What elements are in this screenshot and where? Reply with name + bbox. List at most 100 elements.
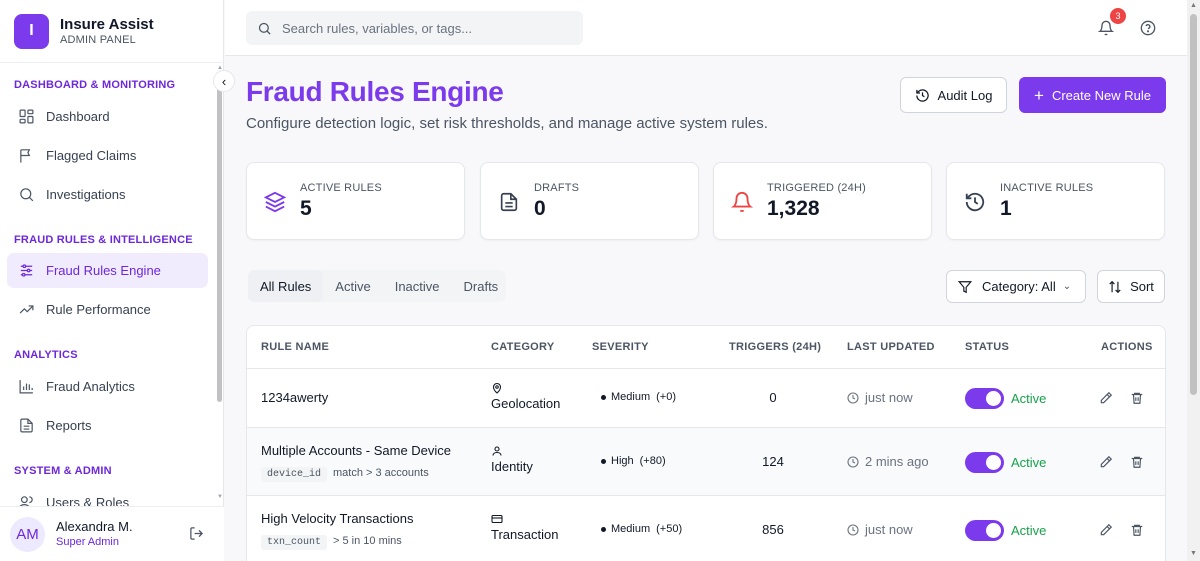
rule-variable: device_id: [261, 467, 328, 482]
logout-icon[interactable]: [189, 526, 204, 541]
sidebar-item-flagged-claims[interactable]: Flagged Claims: [7, 138, 208, 173]
column-header-rule-name[interactable]: RULE NAME: [261, 341, 329, 353]
edit-icon[interactable]: [1099, 523, 1113, 537]
table-row[interactable]: High Velocity Transactions txn_count > 5 …: [247, 496, 1165, 561]
category-filter-dropdown[interactable]: Category: All ⌄: [946, 270, 1086, 303]
top-bar: 3: [225, 0, 1187, 56]
status-toggle[interactable]: [965, 388, 1004, 409]
stat-label: TRIGGERED (24H): [767, 182, 866, 194]
status: Active: [965, 520, 1046, 541]
rule-name[interactable]: Multiple Accounts - Same Device: [261, 443, 451, 458]
brand-name: Insure Assist: [60, 15, 154, 33]
status-toggle[interactable]: [965, 520, 1004, 541]
nav-section-system: SYSTEM & ADMIN: [14, 465, 112, 477]
sidebar-item-dashboard[interactable]: Dashboard: [7, 99, 208, 134]
sliders-icon: [20, 264, 33, 277]
flag-icon: [20, 149, 31, 163]
delete-icon[interactable]: [1130, 391, 1144, 405]
search-input[interactable]: [282, 20, 572, 36]
column-header-triggers[interactable]: TRIGGERS (24H): [729, 341, 821, 353]
tab-drafts[interactable]: Drafts: [452, 270, 511, 302]
page-scroll-thumb[interactable]: [1190, 14, 1197, 395]
category-filter-label: Category: All: [982, 279, 1056, 294]
sidebar-item-investigations[interactable]: Investigations: [7, 177, 208, 212]
severity-indicator: Medium (+50): [601, 523, 682, 535]
tab-inactive[interactable]: Inactive: [383, 270, 452, 302]
clock-icon: [847, 455, 859, 468]
rule-category: Geolocation: [491, 396, 561, 411]
sidebar-item-fraud-rules-engine[interactable]: Fraud Rules Engine: [7, 253, 208, 288]
search-box[interactable]: [246, 11, 583, 45]
scroll-down-arrow[interactable]: ▼: [217, 494, 223, 500]
edit-icon[interactable]: [1099, 391, 1113, 405]
create-new-rule-button[interactable]: + Create New Rule: [1019, 77, 1166, 113]
sidebar-item-label: Flagged Claims: [46, 148, 137, 163]
table-header: RULE NAME CATEGORY SEVERITY TRIGGERS (24…: [247, 326, 1165, 369]
status-text: Active: [1011, 391, 1047, 406]
search-icon: [20, 188, 34, 202]
sidebar-item-fraud-analytics[interactable]: Fraud Analytics: [7, 369, 208, 404]
severity-dot: [601, 526, 606, 532]
rule-category: Transaction: [491, 527, 559, 542]
brand-logo: I: [14, 13, 49, 49]
bar-chart-icon: [19, 380, 33, 394]
rule-name[interactable]: 1234awerty: [261, 390, 328, 405]
sort-button[interactable]: Sort: [1097, 270, 1165, 303]
column-header-actions: ACTIONS: [1101, 341, 1153, 353]
sidebar-scrollbar[interactable]: ▲ ▼: [216, 64, 224, 506]
table-row[interactable]: Multiple Accounts - Same Device device_i…: [247, 428, 1165, 496]
rule-variable: txn_count: [261, 535, 328, 550]
column-header-last-updated[interactable]: LAST UPDATED: [847, 341, 935, 353]
last-updated-text: 2 mins ago: [865, 454, 929, 469]
notification-bell-icon[interactable]: [1098, 20, 1114, 36]
sidebar-item-label: Dashboard: [46, 109, 110, 124]
search-icon: [258, 22, 271, 35]
edit-icon[interactable]: [1099, 455, 1113, 469]
delete-icon[interactable]: [1130, 455, 1144, 469]
history-icon: [965, 192, 985, 212]
user-icon: [492, 446, 502, 456]
stat-card-drafts: DRAFTS 0: [480, 162, 699, 240]
page-scroll-down-arrow[interactable]: ▼: [1190, 550, 1197, 557]
page-scrollbar[interactable]: ▲ ▼: [1187, 0, 1200, 561]
nav-section-fraud-rules: FRAUD RULES & INTELLIGENCE: [14, 234, 193, 246]
sidebar-item-label: Investigations: [46, 187, 126, 202]
page-subtitle: Configure detection logic, set risk thre…: [246, 115, 768, 132]
column-header-status[interactable]: STATUS: [965, 341, 1009, 353]
sidebar-item-users-roles[interactable]: Users & Roles: [7, 485, 208, 506]
rule-name[interactable]: High Velocity Transactions: [261, 511, 413, 526]
table-row[interactable]: 1234awerty Geolocation Medium (+0) 0 jus…: [247, 369, 1165, 428]
last-updated-text: just now: [865, 390, 913, 405]
last-updated: just now: [847, 390, 913, 405]
status: Active: [965, 452, 1046, 473]
page-title: Fraud Rules Engine: [246, 76, 504, 107]
sidebar-item-label: Reports: [46, 418, 92, 433]
rule-tabs: All Rules Active Inactive Drafts: [248, 270, 510, 302]
sidebar-item-rule-performance[interactable]: Rule Performance: [7, 292, 208, 327]
page-scroll-up-arrow[interactable]: ▲: [1190, 2, 1197, 9]
column-header-category[interactable]: CATEGORY: [491, 341, 555, 353]
tab-active[interactable]: Active: [323, 270, 382, 302]
last-updated: 2 mins ago: [847, 454, 929, 469]
severity-delta: (+50): [656, 523, 683, 535]
sidebar-item-reports[interactable]: Reports: [7, 408, 208, 443]
audit-log-button[interactable]: Audit Log: [900, 77, 1007, 113]
document-icon: [500, 192, 518, 212]
rules-table: RULE NAME CATEGORY SEVERITY TRIGGERS (24…: [246, 325, 1166, 561]
sidebar-collapse-button[interactable]: ‹: [213, 70, 235, 92]
brand[interactable]: I Insure Assist ADMIN PANEL: [0, 0, 223, 63]
sidebar-scroll-thumb[interactable]: [217, 74, 222, 402]
user-profile[interactable]: AM Alexandra M. Super Admin: [0, 506, 224, 561]
status-text: Active: [1011, 523, 1047, 538]
column-header-severity[interactable]: SEVERITY: [592, 341, 649, 353]
tab-all-rules[interactable]: All Rules: [248, 270, 324, 302]
chevron-down-icon: ⌄: [1062, 281, 1072, 292]
rule-condition: > 5 in 10 mins: [333, 535, 402, 547]
sidebar-item-label: Rule Performance: [46, 302, 151, 317]
create-rule-label: Create New Rule: [1051, 87, 1151, 103]
status-toggle[interactable]: [965, 452, 1004, 473]
severity-level: Medium: [611, 391, 651, 403]
delete-icon[interactable]: [1130, 523, 1144, 537]
severity-level: High: [611, 455, 634, 467]
help-icon[interactable]: [1140, 20, 1156, 36]
